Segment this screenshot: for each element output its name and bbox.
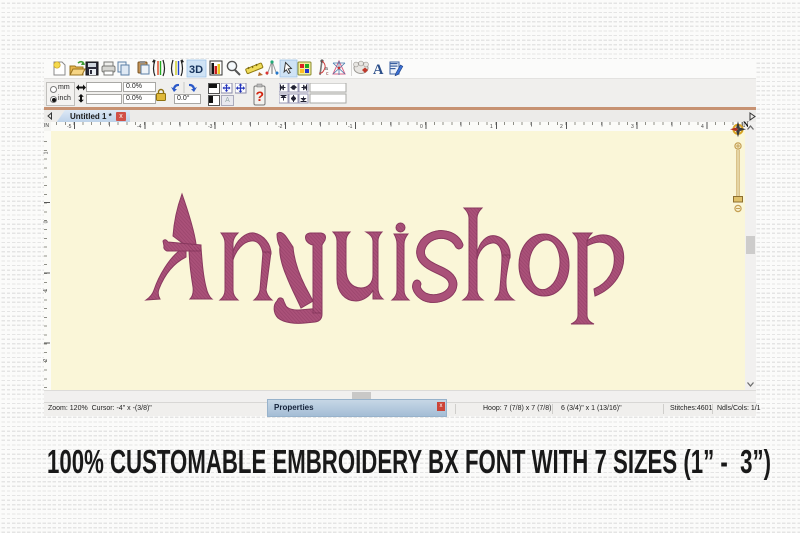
svg-text:N: N (743, 120, 749, 129)
svg-text:A: A (373, 62, 384, 78)
svg-text:c: c (326, 71, 329, 77)
svg-text:3D: 3D (189, 64, 203, 76)
svg-text:?: ? (256, 88, 265, 104)
